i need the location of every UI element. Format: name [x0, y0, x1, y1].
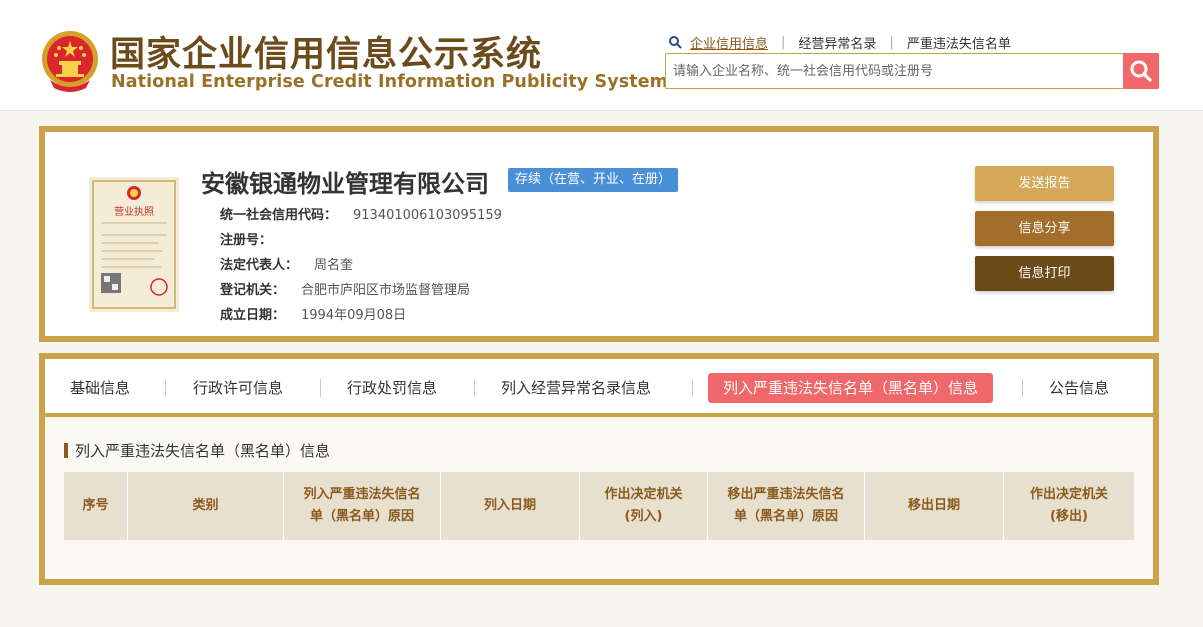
- tab-separator: [474, 379, 475, 397]
- tab-announcements[interactable]: 公告信息: [1049, 373, 1109, 403]
- info-value: 1994年09月08日: [301, 308, 407, 323]
- column-header: 移出日期: [865, 472, 1004, 540]
- tab-abnormal-list[interactable]: 列入经营异常名录信息: [501, 373, 651, 403]
- info-value: 合肥市庐阳区市场监督管理局: [301, 283, 471, 298]
- business-license-icon: 营业执照: [89, 177, 179, 312]
- site-header: 国家企业信用信息公示系统 National Enterprise Credit …: [0, 0, 1203, 111]
- tab-separator: [320, 379, 321, 397]
- print-info-button[interactable]: 信息打印: [975, 256, 1114, 291]
- search-button[interactable]: [1123, 53, 1159, 89]
- tab-separator: [1022, 379, 1023, 397]
- info-row-legal-rep: 法定代表人： 周名奎: [220, 254, 353, 273]
- search-icon: [669, 36, 682, 49]
- nav-link-enterprise-credit[interactable]: 企业信用信息: [690, 33, 768, 52]
- column-header: 作出决定机关(列入): [580, 472, 708, 540]
- tab-bar: 基础信息 行政许可信息 行政处罚信息 列入经营异常名录信息 列入严重违法失信名单…: [45, 359, 1153, 417]
- section-title: 列入严重违法失信名单（黑名单）信息: [64, 440, 330, 461]
- blacklist-table-header: 序号 类别 列入严重违法失信名单（黑名单）原因 列入日期 作出决定机关(列入) …: [64, 472, 1134, 540]
- column-header: 作出决定机关(移出): [1029, 487, 1108, 524]
- nav-separator: |: [781, 34, 786, 50]
- column-header: 列入日期: [441, 472, 580, 540]
- tab-basic-info[interactable]: 基础信息: [70, 373, 130, 403]
- column-header: 类别: [128, 472, 284, 540]
- section-title-text: 列入严重违法失信名单（黑名单）信息: [75, 442, 331, 460]
- site-subtitle: National Enterprise Credit Information P…: [111, 72, 668, 92]
- company-card: 营业执照 安徽银通物业管理有限公司 存续（在营、开业、在册） 统一社会信用代码：…: [39, 126, 1159, 342]
- info-panel: 基础信息 行政许可信息 行政处罚信息 列入经营异常名录信息 列入严重违法失信名单…: [39, 353, 1159, 585]
- send-report-button[interactable]: 发送报告: [975, 166, 1114, 201]
- info-row-reg-authority: 登记机关： 合肥市庐阳区市场监督管理局: [220, 279, 470, 298]
- nav-link-blacklist[interactable]: 严重违法失信名单: [907, 33, 1011, 52]
- site-title: 国家企业信用信息公示系统: [110, 35, 543, 75]
- tab-admin-penalty[interactable]: 行政处罚信息: [347, 373, 437, 403]
- info-label: 统一社会信用代码：: [220, 208, 338, 223]
- info-label: 成立日期：: [220, 308, 286, 323]
- top-nav: 企业信用信息 | 经营异常名录 | 严重违法失信名单: [668, 33, 1011, 52]
- share-info-button[interactable]: 信息分享: [975, 211, 1114, 246]
- company-name: 安徽银通物业管理有限公司: [201, 170, 489, 198]
- column-header: 移出严重违法失信名单（黑名单）原因: [708, 472, 865, 540]
- license-title: 营业执照: [114, 205, 154, 218]
- tab-admin-license[interactable]: 行政许可信息: [193, 373, 283, 403]
- search-icon: [1130, 60, 1152, 82]
- tab-blacklist[interactable]: 列入严重违法失信名单（黑名单）信息: [708, 373, 994, 403]
- search-box: [665, 53, 1159, 89]
- nav-link-abnormal-list[interactable]: 经营异常名录: [798, 33, 876, 52]
- info-value: 913401006103095159: [353, 208, 502, 223]
- tab-separator: [692, 379, 693, 397]
- tab-separator: [165, 379, 166, 397]
- search-input[interactable]: [666, 54, 1124, 88]
- info-label: 注册号：: [220, 233, 273, 248]
- info-label: 登记机关：: [220, 283, 286, 298]
- info-row-credit-code: 统一社会信用代码： 913401006103095159: [220, 204, 502, 223]
- column-header: 列入严重违法失信名单（黑名单）原因: [284, 472, 441, 540]
- info-row-reg-number: 注册号：: [220, 229, 288, 248]
- info-row-established: 成立日期： 1994年09月08日: [220, 304, 406, 323]
- national-emblem-icon: [42, 31, 98, 92]
- nav-separator: |: [889, 34, 894, 50]
- info-value: 周名奎: [314, 258, 354, 273]
- info-label: 法定代表人：: [220, 258, 299, 273]
- status-badge: 存续（在营、开业、在册）: [508, 168, 679, 192]
- column-header: 序号: [64, 472, 128, 540]
